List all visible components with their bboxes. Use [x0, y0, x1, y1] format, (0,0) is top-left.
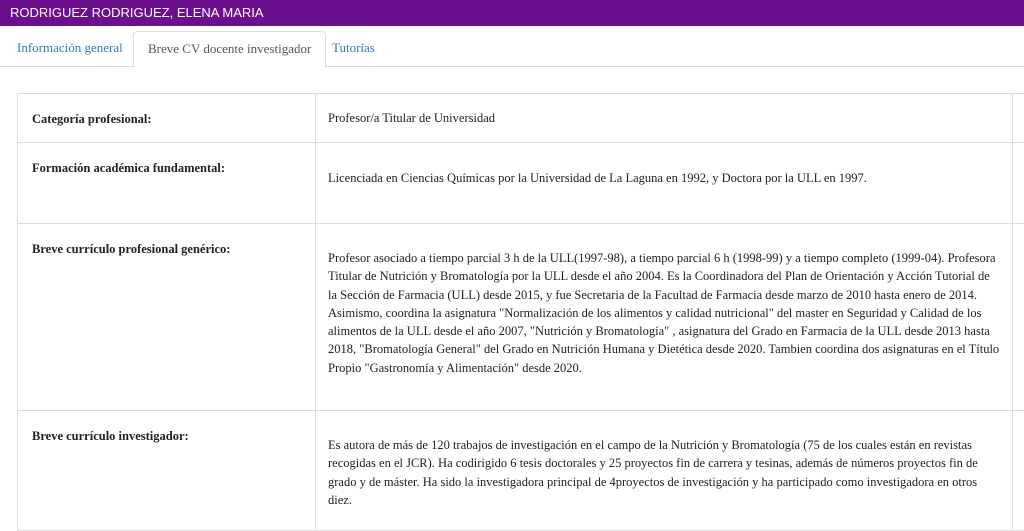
- tab-informacion-general[interactable]: Información general: [3, 31, 137, 67]
- row-value: Licenciada en Ciencias Químicas por la U…: [316, 143, 1013, 223]
- row-value: Profesor asociado a tiempo parcial 3 h d…: [316, 224, 1013, 410]
- tab-breve-cv-docente-investigador[interactable]: Breve CV docente investigador: [133, 31, 327, 68]
- tab-bar: Información general Breve CV docente inv…: [0, 26, 1024, 68]
- row-value: Es autora de más de 120 trabajos de inve…: [316, 411, 1013, 530]
- row-gutter: [1013, 224, 1024, 410]
- row-label: Breve currículo investigador:: [18, 411, 316, 530]
- row-gutter: [1013, 411, 1024, 530]
- page-title: RODRIGUEZ RODRIGUEZ, ELENA MARIA: [0, 0, 1024, 26]
- row-gutter: [1013, 94, 1024, 142]
- table-row: Breve currículo investigador: Es autora …: [18, 411, 1024, 531]
- tab-tutorias[interactable]: Tutorías: [318, 31, 389, 67]
- row-value: Profesor/a Titular de Universidad: [316, 94, 1013, 142]
- row-label: Formación académica fundamental:: [18, 143, 316, 223]
- table-row: Categoría profesional: Profesor/a Titula…: [18, 94, 1024, 143]
- table-row: Breve currículo profesional genérico: Pr…: [18, 224, 1024, 411]
- tab-content: Categoría profesional: Profesor/a Titula…: [0, 67, 1024, 531]
- row-gutter: [1013, 143, 1024, 223]
- cv-table: Categoría profesional: Profesor/a Titula…: [17, 93, 1024, 531]
- row-label: Breve currículo profesional genérico:: [18, 224, 316, 410]
- row-label: Categoría profesional:: [18, 94, 316, 142]
- table-row: Formación académica fundamental: Licenci…: [18, 143, 1024, 224]
